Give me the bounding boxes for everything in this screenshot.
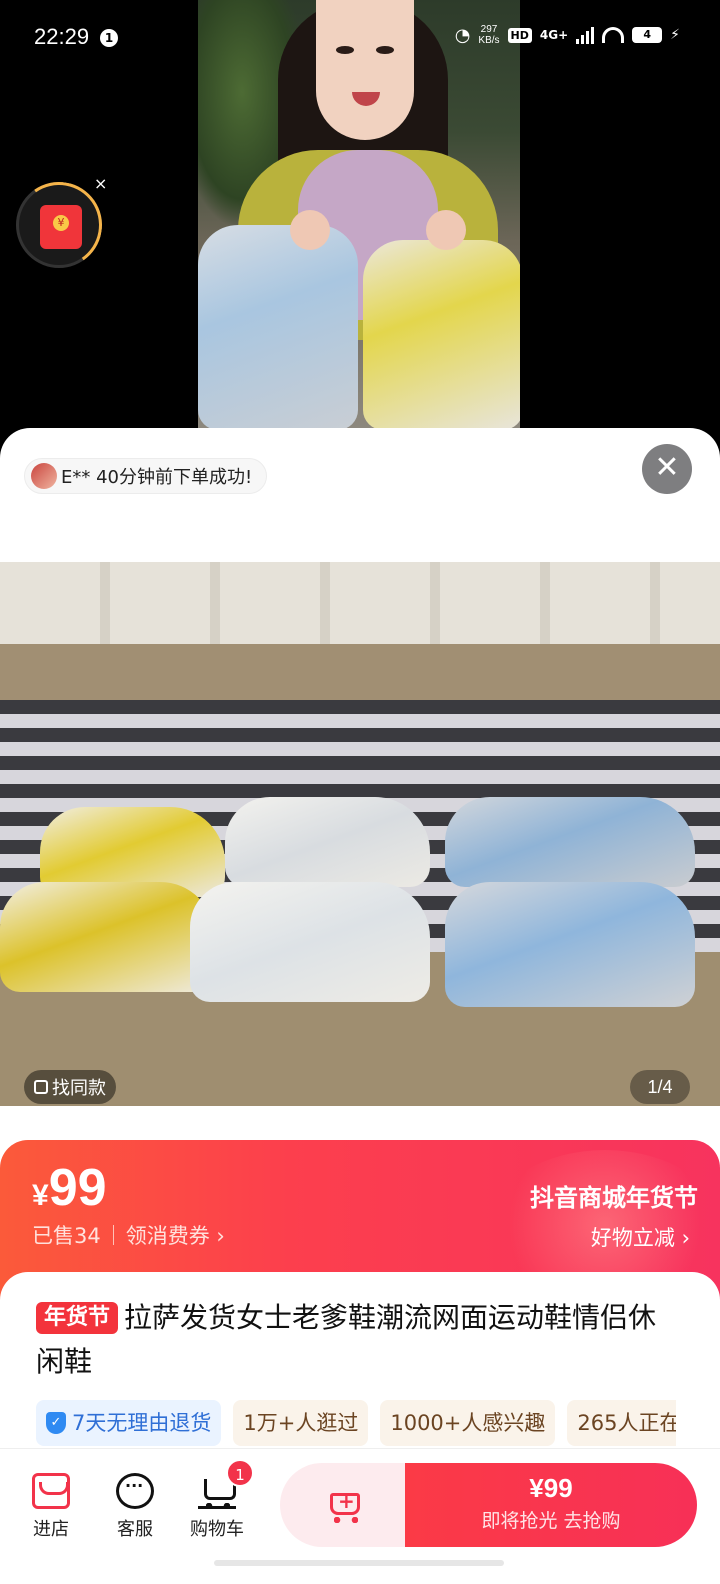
shelf-board — [0, 644, 720, 700]
currency-symbol: ¥ — [32, 1179, 49, 1212]
net-speed-value: 297 — [480, 24, 498, 35]
net-speed: 297 KB/s — [478, 24, 499, 46]
host-mouth — [352, 92, 380, 106]
net-speed-unit: KB/s — [478, 35, 500, 46]
host-hand-left — [290, 210, 330, 250]
festival-link[interactable]: 好物立减 › — [591, 1222, 690, 1252]
product-shoe — [225, 797, 430, 887]
price: ¥99 — [32, 1158, 107, 1218]
product-detail-card: 年货节 拉萨发货女士老爹鞋潮流网面运动鞋情侣休闲鞋 ✓ 7天无理由退货 1万+人逛… — [0, 1272, 720, 1472]
chip-viewing-now: 265人正在 — [567, 1400, 676, 1446]
product-shoe — [445, 797, 695, 887]
chip-label: 7天无理由退货 — [72, 1411, 212, 1435]
product-shoe — [190, 882, 430, 1002]
charging-icon: ⚡ — [670, 27, 680, 43]
status-time: 22:29 — [34, 24, 90, 49]
shoe-right — [363, 240, 520, 430]
buy-subtext: 即将抢光 去抢购 — [481, 1510, 621, 1532]
buy-now-button[interactable]: ¥99 即将抢光 去抢购 — [405, 1463, 697, 1547]
home-indicator[interactable] — [214, 1560, 504, 1566]
chat-icon — [116, 1473, 154, 1509]
red-packet-widget[interactable] — [9, 175, 109, 275]
festival-title: 抖音商城年货节 — [530, 1184, 698, 1212]
price-value: 99 — [48, 1159, 107, 1217]
close-button[interactable]: ✕ — [642, 444, 692, 494]
chip-interested: 1000+人感兴趣 — [380, 1400, 556, 1446]
order-notice-text: E** 40分钟前下单成功! — [61, 467, 253, 488]
hd-icon: HD — [507, 27, 532, 43]
host-hand-right — [426, 210, 466, 250]
product-shoe — [445, 882, 695, 1007]
find-similar-label: 找同款 — [52, 1078, 106, 1099]
network-type: 4G+ — [539, 28, 569, 42]
add-to-cart-button[interactable]: + — [280, 1463, 410, 1547]
sold-count: 已售34 — [32, 1224, 101, 1248]
product-sheet: E** 40分钟前下单成功! ✕ 找同款 1/4 ¥99 已售34 领消费券 ›… — [0, 428, 720, 1584]
buy-price: ¥99 — [529, 1473, 573, 1503]
red-envelope-icon — [40, 205, 82, 249]
status-icons: ◔ 297 KB/s HD 4G+ 4 ⚡ — [455, 24, 680, 46]
shelf-top-row — [0, 562, 720, 647]
red-packet-close-icon[interactable]: × — [94, 174, 107, 193]
shoe-left — [198, 225, 358, 430]
scan-icon — [34, 1080, 48, 1094]
festival-tag: 年货节 — [36, 1302, 119, 1334]
add-cart-icon: + — [326, 1485, 364, 1523]
product-image[interactable]: 找同款 1/4 — [0, 562, 720, 1106]
service-button[interactable]: 客服 — [100, 1473, 170, 1541]
order-notice: E** 40分钟前下单成功! — [24, 458, 268, 494]
shield-check-icon: ✓ — [46, 1412, 66, 1434]
product-chips: ✓ 7天无理由退货 1万+人逛过 1000+人感兴趣 265人正在 — [36, 1400, 676, 1446]
signal-icon — [576, 26, 595, 44]
service-label: 客服 — [117, 1519, 153, 1540]
image-page-indicator: 1/4 — [630, 1070, 690, 1104]
product-shoe — [0, 882, 215, 992]
shop-button[interactable]: 进店 — [16, 1473, 86, 1541]
divider — [112, 1225, 114, 1245]
chip-return-policy[interactable]: ✓ 7天无理由退货 — [36, 1400, 222, 1446]
cart-count-badge: 1 — [226, 1459, 254, 1487]
notification-badge: 1 — [100, 29, 118, 47]
battery-icon: 4 — [632, 27, 663, 43]
chip-visitors: 1万+人逛过 — [233, 1400, 369, 1446]
shop-label: 进店 — [33, 1519, 69, 1540]
speedometer-icon: ◔ — [454, 24, 471, 46]
status-bar: 22:29 1 ◔ 297 KB/s HD 4G+ 4 ⚡ — [0, 0, 720, 76]
shop-icon — [32, 1473, 70, 1509]
find-similar-button[interactable]: 找同款 — [24, 1070, 116, 1104]
coupon-link[interactable]: 领消费券 › — [126, 1220, 225, 1250]
wifi-icon — [602, 27, 625, 43]
cart-label: 购物车 — [190, 1519, 244, 1540]
avatar — [31, 463, 57, 489]
product-title-text: 拉萨发货女士老爹鞋潮流网面运动鞋情侣休闲鞋 — [36, 1301, 657, 1378]
sold-line: 已售34 领消费券 › — [32, 1220, 225, 1250]
product-title: 年货节 拉萨发货女士老爹鞋潮流网面运动鞋情侣休闲鞋 — [36, 1296, 676, 1384]
